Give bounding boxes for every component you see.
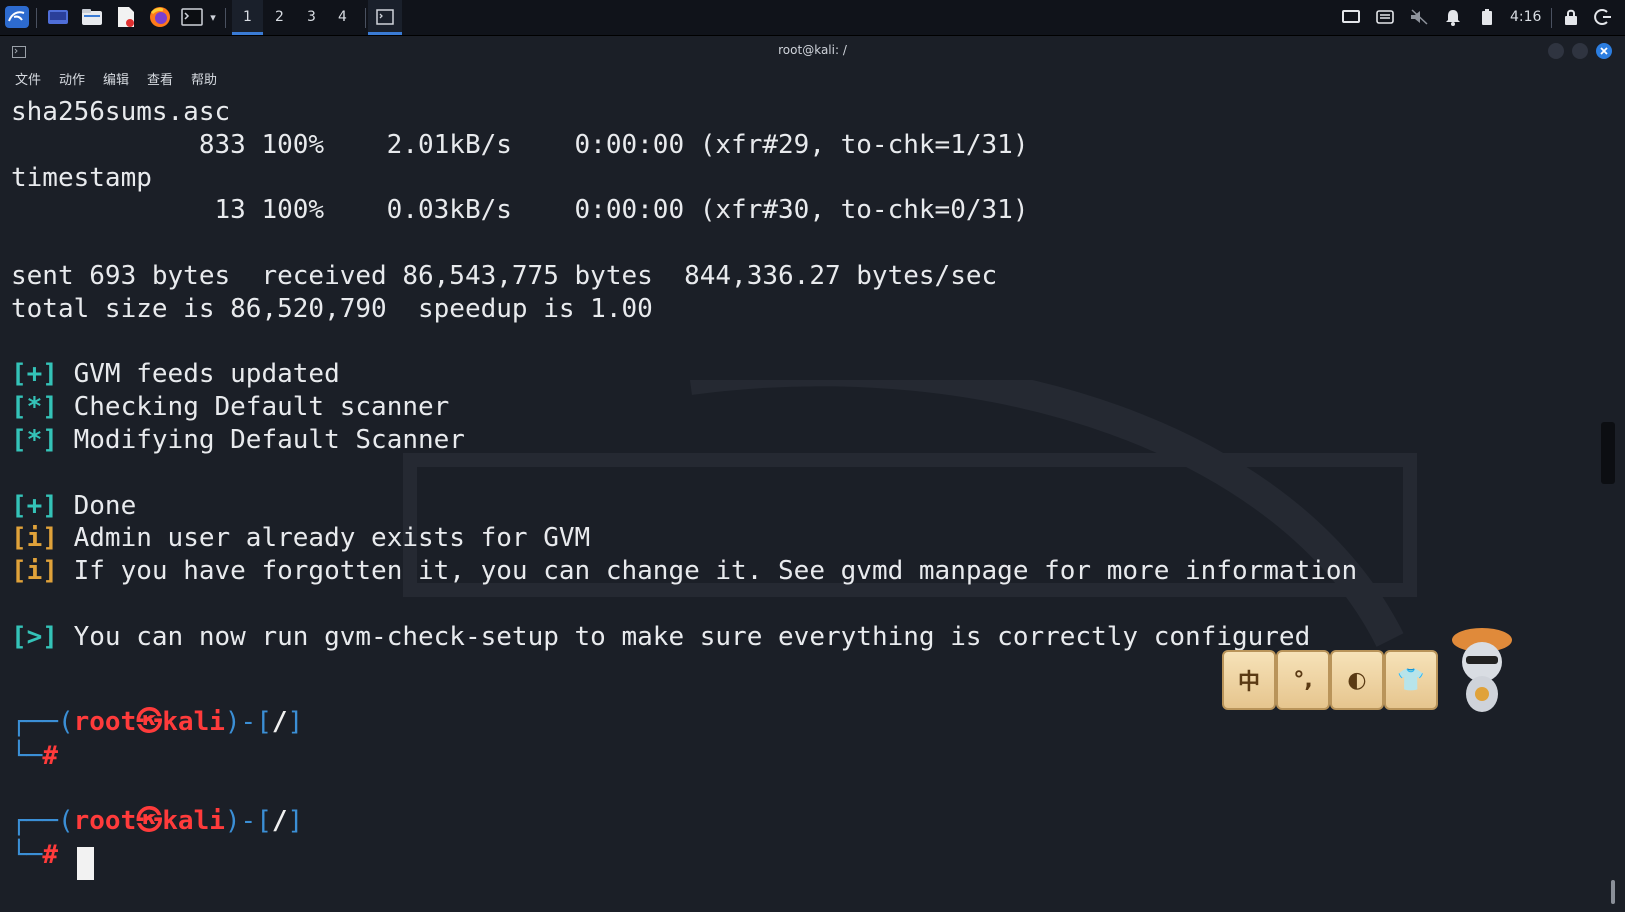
prompt-symbol: # <box>42 840 58 870</box>
terminal-line-text: timestamp <box>11 162 152 193</box>
menu-file[interactable]: 文件 <box>15 69 41 88</box>
workspace-1[interactable]: 1 <box>232 0 263 35</box>
prompt-host: kali <box>162 707 225 737</box>
terminal-line-text: 13 100% 0.03kB/s 0:00:00 (xfr#30, to-chk… <box>11 195 1029 226</box>
widget-card[interactable]: °, <box>1276 650 1330 710</box>
terminal-line-text: Admin user already exists for GVM <box>57 523 591 554</box>
terminal-line-text: If you have forgotten it, you can change… <box>57 556 1358 587</box>
panel-separator <box>36 8 37 28</box>
prompt-cwd: / <box>271 806 288 836</box>
terminal-line: total size is 86,520,790 speedup is 1.00 <box>11 292 653 326</box>
terminal-line: [*] Modifying Default Scanner <box>11 423 465 457</box>
prompt-at: ㉿ <box>136 707 163 737</box>
text-editor-icon[interactable] <box>113 5 139 29</box>
widget-card[interactable]: ◐ <box>1330 650 1384 710</box>
prompt-at: ㉿ <box>136 806 163 836</box>
notification-bell-icon[interactable] <box>1442 5 1464 29</box>
terminal-line-text: 833 100% 2.01kB/s 0:00:00 (xfr#29, to-ch… <box>11 129 1029 160</box>
shell-prompt: ┌──(root㉿kali)-[/] <box>11 707 304 737</box>
menu-help[interactable]: 帮助 <box>191 69 217 88</box>
terminal-line: [i] Admin user already exists for GVM <box>11 521 590 555</box>
window-title: root@kali: / <box>778 43 847 57</box>
lock-icon[interactable] <box>1560 5 1582 29</box>
display-icon[interactable] <box>1340 5 1362 29</box>
widget-card[interactable]: 中 <box>1222 650 1276 710</box>
widget-card[interactable]: 👕 <box>1384 650 1438 710</box>
workspace-4[interactable]: 4 <box>327 0 358 35</box>
status-tag: [i] <box>11 556 58 587</box>
battery-icon[interactable] <box>1476 5 1498 29</box>
terminal-line: [i] If you have forgotten it, you can ch… <box>11 554 1357 588</box>
terminal-line-text: Checking Default scanner <box>57 392 450 423</box>
status-tag: [>] <box>11 621 58 652</box>
status-tag: [*] <box>11 392 58 423</box>
terminal-icon[interactable] <box>180 5 204 29</box>
terminal-line-text: GVM feeds updated <box>57 359 340 390</box>
prompt-symbol: # <box>42 741 58 771</box>
terminal-line: 833 100% 2.01kB/s 0:00:00 (xfr#29, to-ch… <box>11 128 1029 162</box>
terminal-line: [>] You can now run gvm-check-setup to m… <box>11 620 1310 654</box>
chevron-down-icon[interactable]: ▾ <box>206 5 220 29</box>
terminal-line: [+] Done <box>11 489 136 523</box>
panel-separator <box>225 8 226 28</box>
panel-separator <box>1551 8 1552 28</box>
workspace-2[interactable]: 2 <box>264 0 295 35</box>
top-panel: ▾ 1 2 3 4 4:16 <box>0 0 1625 36</box>
firefox-icon[interactable] <box>147 5 173 29</box>
maximize-button[interactable] <box>1572 43 1588 59</box>
clock[interactable]: 4:16 <box>1510 0 1541 35</box>
prompt-user: root <box>73 707 137 737</box>
menu-view[interactable]: 查看 <box>147 69 173 88</box>
terminal-line: [+] GVM feeds updated <box>11 357 340 391</box>
menu-actions[interactable]: 动作 <box>59 69 85 88</box>
menu-bar: 文件 动作 编辑 查看 帮助 <box>0 64 1625 90</box>
workspace-3[interactable]: 3 <box>296 0 327 35</box>
close-button[interactable] <box>1596 43 1612 59</box>
terminal-line-text: sha256sums.asc <box>11 97 231 127</box>
close-icon <box>1600 47 1608 55</box>
status-tag: [+] <box>11 490 58 521</box>
prompt-user: root <box>73 806 137 836</box>
terminal-line-text: Modifying Default Scanner <box>57 425 465 455</box>
mascot-icon[interactable] <box>1446 626 1516 714</box>
scrollbar-thumb[interactable] <box>1611 880 1615 904</box>
status-tag: [*] <box>11 425 58 455</box>
side-scroll-handle[interactable] <box>1601 422 1615 484</box>
status-tag: [i] <box>11 523 58 554</box>
terminal-line: sha256sums.asc <box>11 95 230 129</box>
terminal-line-text: sent 693 bytes received 86,543,775 bytes… <box>11 261 998 291</box>
kali-menu-icon[interactable] <box>3 5 31 29</box>
shell-prompt-input: └─# <box>11 840 58 870</box>
file-manager-icon[interactable] <box>79 5 105 29</box>
terminal-output[interactable]: sha256sums.asc 833 100% 2.01kB/s 0:00:00… <box>11 95 1601 905</box>
terminal-line: timestamp <box>11 161 152 195</box>
prompt-cwd: / <box>271 707 288 737</box>
terminal-titlebar[interactable]: root@kali: / <box>0 36 1625 64</box>
terminal-line-text: total size is 86,520,790 speedup is 1.00 <box>11 293 653 324</box>
terminal-line: sent 693 bytes received 86,543,775 bytes… <box>11 259 997 293</box>
status-tag: [+] <box>11 359 58 390</box>
panel-separator <box>365 8 366 28</box>
minimize-button[interactable] <box>1548 43 1564 59</box>
keyboard-icon[interactable] <box>1374 5 1396 29</box>
text-cursor <box>77 847 94 880</box>
volume-muted-icon[interactable] <box>1408 5 1430 29</box>
desktop-icon[interactable] <box>45 5 71 29</box>
shell-prompt-input: └─# <box>11 741 58 771</box>
shell-prompt: ┌──(root㉿kali)-[/] <box>11 806 304 836</box>
prompt-host: kali <box>162 806 225 836</box>
taskbar-terminal-window[interactable] <box>368 0 402 35</box>
desktop-pet-widget[interactable]: 中 °, ◐ 👕 <box>1218 626 1518 716</box>
terminal-line-text: Done <box>57 490 137 521</box>
terminal-line-text: You can now run gvm-check-setup to make … <box>57 621 1311 652</box>
menu-edit[interactable]: 编辑 <box>103 69 129 88</box>
logout-icon[interactable] <box>1592 5 1614 29</box>
terminal-line: [*] Checking Default scanner <box>11 390 449 424</box>
terminal-line: 13 100% 0.03kB/s 0:00:00 (xfr#30, to-chk… <box>11 193 1028 227</box>
